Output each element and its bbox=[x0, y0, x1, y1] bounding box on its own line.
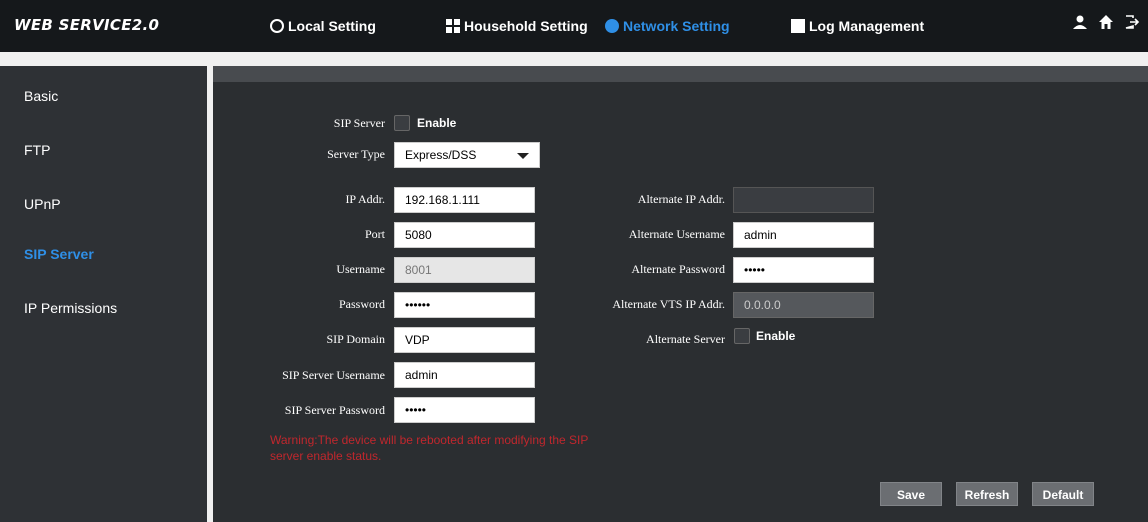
sidebar-item-ip-permissions[interactable]: IP Permissions bbox=[24, 300, 117, 316]
sip-server-label: SIP Server bbox=[333, 116, 385, 130]
grid-icon bbox=[446, 19, 460, 33]
server-type-value: Express/DSS bbox=[405, 148, 477, 162]
top-bar: WEB SERVICE2.0 Local Setting Household S… bbox=[0, 0, 1148, 52]
alt-ip-label: Alternate IP Addr. bbox=[637, 192, 725, 206]
logout-icon[interactable] bbox=[1124, 14, 1140, 30]
sip-server-password-label: SIP Server Password bbox=[284, 403, 385, 417]
sidebar-item-ftp[interactable]: FTP bbox=[24, 142, 50, 158]
port-label: Port bbox=[364, 227, 385, 241]
alt-server-enable-checkbox[interactable] bbox=[734, 328, 750, 344]
sip-domain-label: SIP Domain bbox=[326, 332, 385, 346]
alt-vts-input[interactable]: 0.0.0.0 bbox=[733, 292, 874, 318]
password-label: Password bbox=[338, 297, 385, 311]
nav-household-setting[interactable]: Household Setting bbox=[446, 0, 588, 52]
alt-vts-label: Alternate VTS IP Addr. bbox=[612, 297, 725, 311]
nav-log-management[interactable]: Log Management bbox=[791, 0, 924, 52]
sip-server-enable-label: Enable bbox=[417, 116, 457, 130]
sip-server-enable-checkbox[interactable] bbox=[394, 115, 410, 131]
top-icons bbox=[1072, 14, 1140, 30]
nav-network-setting-label: Network Setting bbox=[623, 18, 730, 34]
sip-server-username-input[interactable]: admin bbox=[394, 362, 535, 388]
nav-household-setting-label: Household Setting bbox=[464, 18, 588, 34]
alt-password-label: Alternate Password bbox=[631, 262, 725, 276]
logo: WEB SERVICE2.0 bbox=[14, 16, 160, 34]
port-input[interactable]: 5080 bbox=[394, 222, 535, 248]
sidebar-item-upnp[interactable]: UPnP bbox=[24, 196, 61, 212]
ip-addr-label: IP Addr. bbox=[345, 192, 385, 206]
alt-username-label: Alternate Username bbox=[628, 227, 725, 241]
user-icon[interactable] bbox=[1072, 14, 1088, 30]
username-input[interactable]: 8001 bbox=[394, 257, 535, 283]
reboot-warning: Warning:The device will be rebooted afte… bbox=[270, 433, 589, 463]
default-button[interactable]: Default bbox=[1032, 482, 1094, 506]
alt-ip-input[interactable] bbox=[733, 187, 874, 213]
sip-server-username-label: SIP Server Username bbox=[282, 368, 385, 382]
nav-local-setting-label: Local Setting bbox=[288, 18, 376, 34]
sip-server-password-input[interactable]: ••••• bbox=[394, 397, 535, 423]
ip-addr-input[interactable]: 192.168.1.111 bbox=[394, 187, 535, 213]
alt-server-label: Alternate Server bbox=[646, 332, 725, 346]
top-strip bbox=[0, 52, 1148, 66]
sidebar-item-sip-server[interactable]: SIP Server bbox=[24, 246, 94, 262]
server-type-select[interactable]: Express/DSS bbox=[394, 142, 540, 168]
gear-icon bbox=[270, 19, 284, 33]
alt-username-input[interactable]: admin bbox=[733, 222, 874, 248]
nav-local-setting[interactable]: Local Setting bbox=[270, 0, 376, 52]
content-panel-header bbox=[213, 66, 1148, 82]
alt-password-input[interactable]: ••••• bbox=[733, 257, 874, 283]
password-input[interactable]: •••••• bbox=[394, 292, 535, 318]
server-type-label: Server Type bbox=[327, 147, 385, 161]
sip-domain-input[interactable]: VDP bbox=[394, 327, 535, 353]
sidebar: Basic FTP UPnP SIP Server IP Permissions bbox=[0, 66, 207, 522]
globe-icon bbox=[605, 19, 619, 33]
sidebar-item-basic[interactable]: Basic bbox=[24, 88, 58, 104]
chevron-down-icon bbox=[517, 153, 529, 159]
alt-server-enable-label: Enable bbox=[756, 329, 796, 343]
nav-network-setting[interactable]: Network Setting bbox=[605, 0, 730, 52]
username-label: Username bbox=[336, 262, 385, 276]
nav-log-management-label: Log Management bbox=[809, 18, 925, 34]
log-icon bbox=[791, 19, 805, 33]
refresh-button[interactable]: Refresh bbox=[956, 482, 1018, 506]
home-icon[interactable] bbox=[1098, 14, 1114, 30]
save-button[interactable]: Save bbox=[880, 482, 942, 506]
